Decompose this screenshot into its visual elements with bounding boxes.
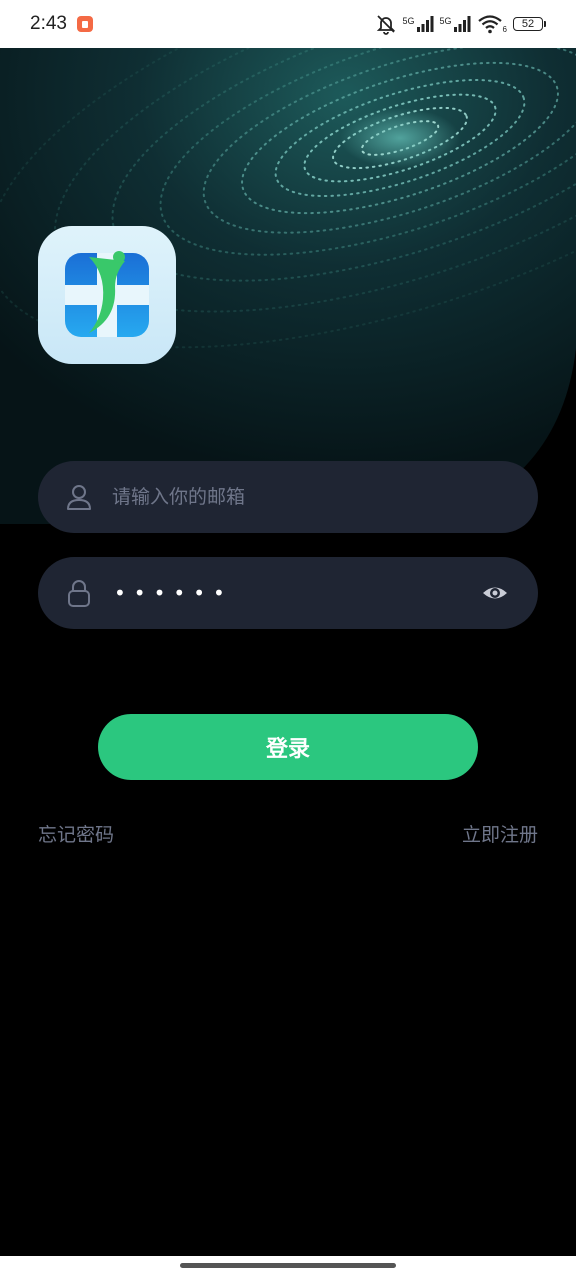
- email-field[interactable]: [38, 461, 538, 533]
- navigation-bar: [0, 1256, 576, 1280]
- password-field[interactable]: ••••••: [38, 557, 538, 629]
- battery-level: 52: [513, 17, 543, 31]
- email-input[interactable]: [110, 485, 512, 509]
- login-button[interactable]: 登录: [98, 714, 478, 780]
- login-screen: 2:43 5G 5G 6 52 请输入你的邮箱 •••••• 登录 忘记密码 立…: [0, 0, 576, 1280]
- mute-icon: [375, 13, 397, 35]
- network-label-1: 5G: [402, 16, 415, 26]
- home-indicator[interactable]: [180, 1263, 396, 1268]
- register-link[interactable]: 立即注册: [462, 820, 538, 847]
- signal-icon-2: 5G: [440, 16, 471, 32]
- status-left: 2:43: [30, 13, 93, 35]
- battery-tip: [544, 21, 546, 27]
- wifi-icon: 6: [477, 14, 507, 34]
- wifi-badge: 6: [502, 25, 507, 34]
- status-time: 2:43: [30, 13, 67, 34]
- app-notification-icon: [76, 16, 93, 32]
- password-input[interactable]: ••••••: [114, 581, 478, 605]
- signal-icon-1: 5G: [403, 16, 434, 32]
- user-icon: [64, 482, 94, 512]
- status-bar: 2:43 5G 5G 6 52: [0, 0, 576, 48]
- lock-icon: [64, 578, 94, 608]
- network-label-2: 5G: [439, 16, 452, 26]
- status-right: 5G 5G 6 52: [375, 13, 546, 35]
- battery-icon: 52: [513, 17, 546, 31]
- eye-icon[interactable]: [478, 576, 512, 610]
- forgot-password-link[interactable]: 忘记密码: [38, 820, 114, 847]
- medical-app-logo-icon: [38, 226, 176, 364]
